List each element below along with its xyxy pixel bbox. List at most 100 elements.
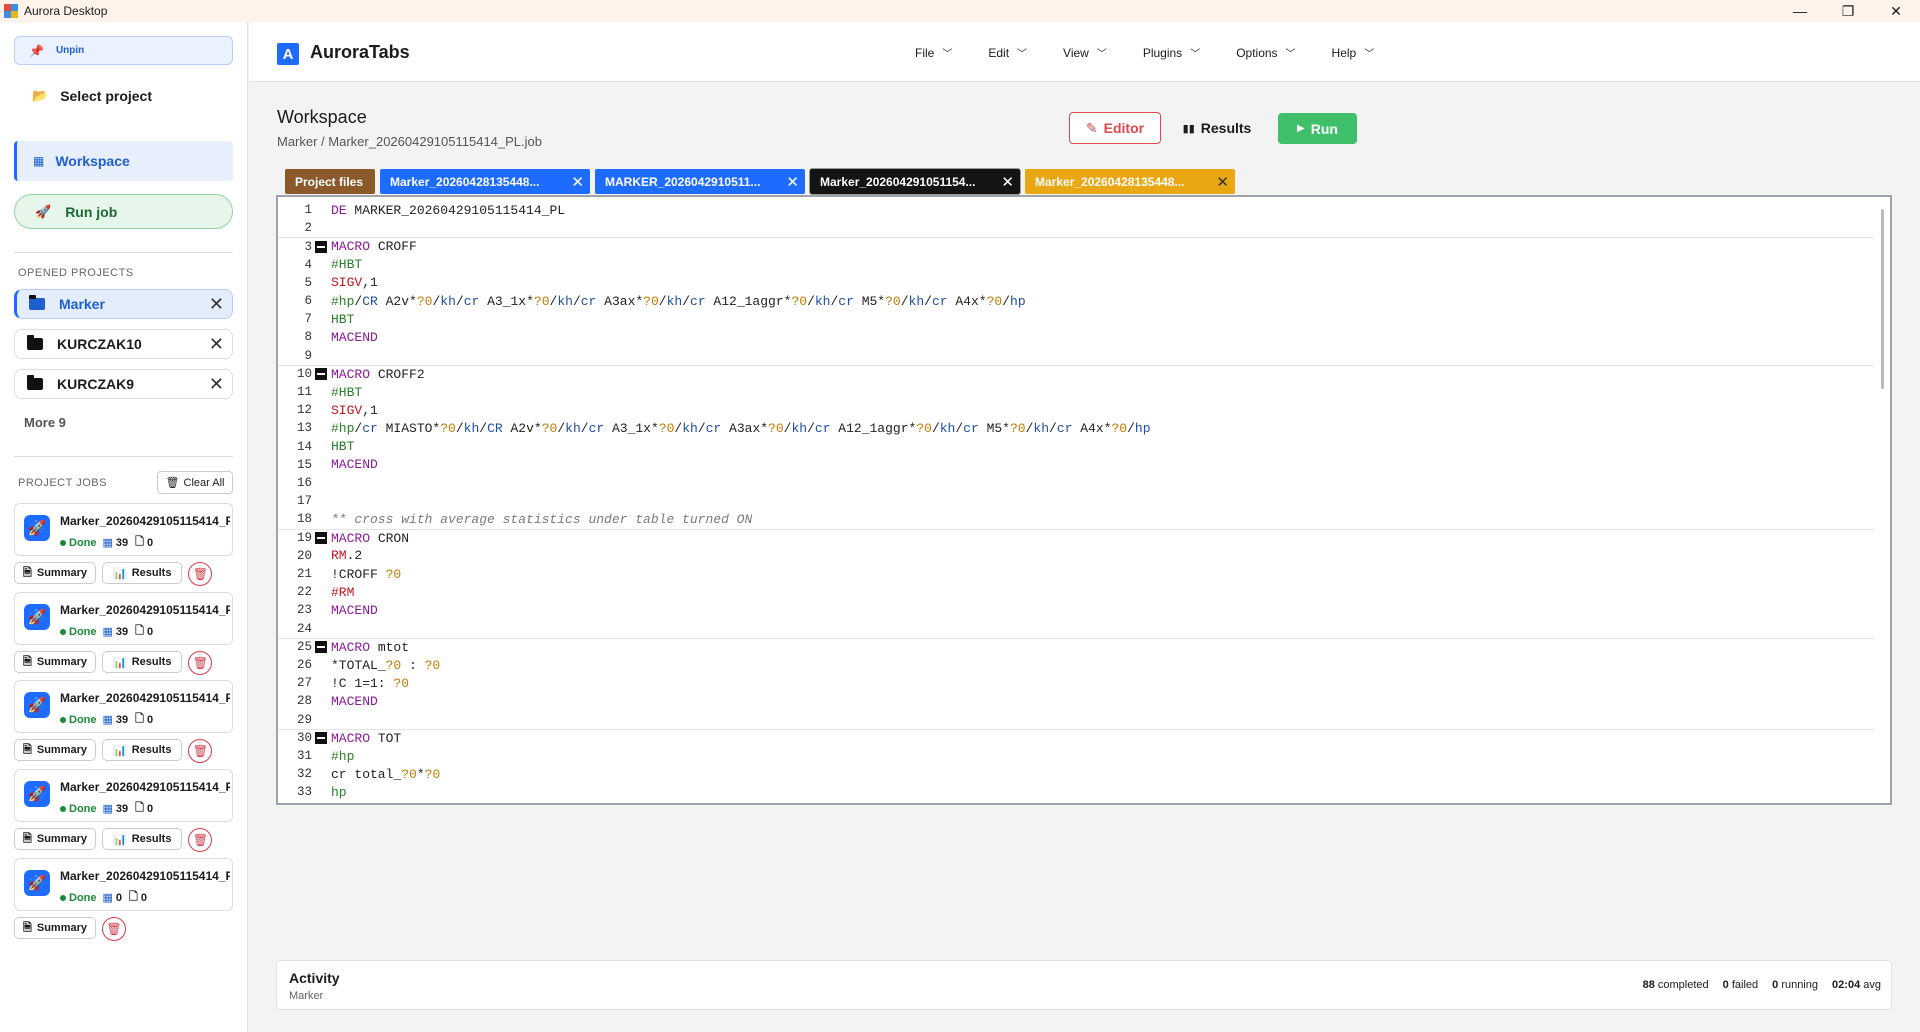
close-tab-icon[interactable]: ✕ [1001,173,1014,191]
fold-toggle-icon[interactable] [315,732,327,745]
code-line[interactable]: 6 #hp/CR A2v*?0/kh/cr A3_1x*?0/kh/cr A3ax… [278,292,1874,310]
maximize-icon[interactable]: ❐ [1824,0,1872,22]
tab-file[interactable]: Marker_20260428135448... ✕ [1025,169,1235,194]
run-button[interactable]: ▶ Run [1278,113,1357,144]
close-project-icon[interactable]: ✕ [209,294,224,315]
close-tab-icon[interactable]: ✕ [1216,173,1229,191]
code-line[interactable]: 21 !CROFF ?0 [278,565,1874,583]
code-line[interactable]: 32 cr total_?0*?0 [278,765,1874,783]
menu-help[interactable]: Help ﹀ [1332,45,1375,61]
tab-file-active[interactable]: Marker_202604291051154... ✕ [809,168,1021,195]
vertical-scrollbar[interactable] [1881,209,1884,389]
menu-options[interactable]: Options ﹀ [1236,45,1295,61]
code-line[interactable]: 23 MACEND [278,601,1874,619]
job-name: Marker_20260429105115414_PL.job [60,780,230,794]
code-line[interactable]: 15 MACEND [278,456,1874,474]
code-line[interactable]: 11 #HBT [278,383,1874,401]
line-number: 9 [304,348,312,363]
job-card[interactable]: 🚀 Marker_20260429105115414_PL.job Done▦0… [14,858,233,911]
close-project-icon[interactable]: ✕ [209,374,224,395]
job-card[interactable]: 🚀 Marker_20260429105115414_PL.job Done▦3… [14,592,233,645]
code-line[interactable]: 1 DE MARKER_20260429105115414_PL [278,201,1874,219]
menu-file[interactable]: File ﹀ [915,45,952,61]
code-line[interactable]: 24 [278,620,1874,638]
summary-button[interactable]: 🗎 Summary [14,651,96,673]
code-line[interactable]: 31 #hp [278,747,1874,765]
code-line[interactable]: 8 MACEND [278,328,1874,346]
delete-job-icon[interactable]: 🗑 [188,828,213,852]
summary-button[interactable]: 🗎 Summary [14,917,96,939]
code-line[interactable]: 26 *TOTAL_?0 : ?0 [278,656,1874,674]
close-tab-icon[interactable]: ✕ [571,173,584,191]
code-line[interactable]: 19 MACRO CRON [278,528,1874,547]
code-line[interactable]: 34 MACEND [278,802,1874,803]
fold-toggle-icon[interactable] [315,641,327,654]
code-line[interactable]: 22 #RM [278,583,1874,601]
code-line[interactable]: 25 MACRO mtot [278,637,1874,656]
close-icon[interactable]: ✕ [1872,0,1920,22]
tab-project-files[interactable]: Project files [285,169,375,194]
code-line[interactable]: 17 [278,492,1874,510]
tab-file[interactable]: Marker_20260428135448... ✕ [380,169,590,194]
workspace-nav[interactable]: ▦ Workspace [14,141,233,181]
run-job-button[interactable]: 🚀 Run job [14,194,233,229]
code-line[interactable]: 18 ** cross with average statistics under… [278,510,1874,528]
editor-button[interactable]: ✎ Editor [1069,112,1161,144]
code-line[interactable]: 3 MACRO CROFF [278,237,1874,255]
code-line[interactable]: 28 MACEND [278,692,1874,710]
code-line[interactable]: 33 hp [278,783,1874,801]
job-card[interactable]: 🚀 Marker_20260429105115414_PL.job Done▦3… [14,503,233,556]
code-line[interactable]: 2 [278,219,1874,237]
code-line[interactable]: 13 #hp/cr MIASTO*?0/kh/CR A2v*?0/kh/cr A3… [278,419,1874,437]
code-line[interactable]: 14 HBT [278,438,1874,456]
job-card[interactable]: 🚀 Marker_20260429105115414_PL.job Done▦3… [14,769,233,822]
close-project-icon[interactable]: ✕ [209,334,224,355]
delete-job-icon[interactable]: 🗑 [188,651,213,675]
summary-button[interactable]: 🗎 Summary [14,562,96,584]
code-editor[interactable]: 1 DE MARKER_20260429105115414_PL 2 3 MACRO C… [276,195,1892,805]
line-number: 15 [296,457,312,472]
results-button[interactable]: 📊 Results [102,562,183,584]
code-line[interactable]: 20 RM.2 [278,547,1874,565]
results-button[interactable]: 📊 Results [102,739,183,761]
results-button[interactable]: ▮▮ Results [1167,112,1267,144]
summary-button[interactable]: 🗎 Summary [14,828,96,850]
menu-plugins[interactable]: Plugins ﹀ [1143,45,1200,61]
code-line[interactable]: 30 MACRO TOT [278,728,1874,747]
code-line[interactable]: 7 HBT [278,310,1874,328]
line-number: 17 [296,494,312,509]
select-project-button[interactable]: 📂 Select project [14,77,233,115]
code-line[interactable]: 9 [278,347,1874,365]
delete-job-icon[interactable]: 🗑 [102,917,126,941]
code-line[interactable]: 27 !C 1=1: ?0 [278,674,1874,692]
code-line[interactable]: 4 #HBT [278,256,1874,274]
menu-edit[interactable]: Edit ﹀ [988,45,1027,61]
summary-button[interactable]: 🗎 Summary [14,739,96,761]
close-tab-icon[interactable]: ✕ [786,173,799,191]
results-button[interactable]: 📊 Results [102,828,183,850]
results-button[interactable]: 📊 Results [102,651,183,673]
delete-job-icon[interactable]: 🗑 [188,562,213,586]
stat-completed: 88 completed [1642,979,1709,991]
code-line[interactable]: 16 [278,474,1874,492]
project-item-marker[interactable]: Marker ✕ [14,289,233,319]
minimize-icon[interactable]: — [1776,0,1824,22]
project-item-kurczak9[interactable]: KURCZAK9 ✕ [14,369,233,399]
code-line[interactable]: 5 SIGV,1 [278,274,1874,292]
fold-toggle-icon[interactable] [315,532,327,545]
unpin-button[interactable]: 📌 Unpin [14,36,233,65]
more-projects-link[interactable]: More 9 [24,415,66,430]
fold-toggle-icon[interactable] [315,368,327,381]
fold-toggle-icon[interactable] [315,240,327,253]
menu-view[interactable]: View ﹀ [1063,45,1107,61]
tab-file[interactable]: MARKER_2026042910511... ✕ [595,169,805,194]
project-item-kurczak10[interactable]: KURCZAK10 ✕ [14,329,233,359]
table-icon: ▦ [102,626,113,638]
job-card[interactable]: 🚀 Marker_20260429105115414_PL.job Done▦3… [14,680,233,733]
code-line[interactable]: 10 MACRO CROFF2 [278,364,1874,383]
code-line[interactable]: 29 [278,711,1874,729]
clear-all-button[interactable]: 🗑 Clear All [157,471,233,494]
delete-job-icon[interactable]: 🗑 [188,739,213,763]
code-line[interactable]: 12 SIGV,1 [278,401,1874,419]
